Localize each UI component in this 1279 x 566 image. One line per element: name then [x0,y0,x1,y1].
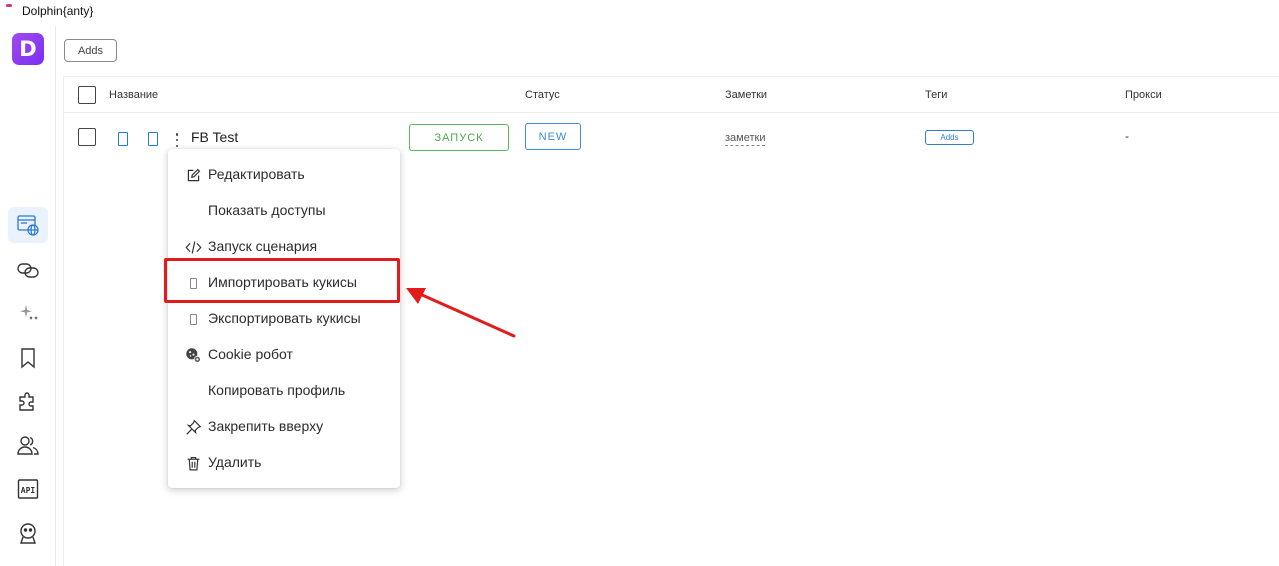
column-name[interactable]: Название [109,89,158,101]
platform-icon[interactable] [148,132,158,146]
status-badge[interactable]: NEW [525,123,581,150]
menu-item-label: Закрепить вверху [208,418,324,434]
table-header: Название Статус Заметки Теги Прокси [64,76,1279,113]
adds-button[interactable]: Adds [64,39,117,62]
sidebar-item-automation[interactable] [8,296,48,332]
tag-badge[interactable]: Adds [925,130,974,145]
menu-item-edit[interactable]: Редактировать [168,157,400,193]
sidebar-item-api[interactable]: API [8,471,48,507]
api-icon: API [17,479,39,499]
sidebar: D API [0,26,56,566]
svg-text:API: API [21,486,36,495]
menu-item-pin-top[interactable]: Закрепить вверху [168,409,400,445]
notes-field[interactable]: заметки [725,132,766,146]
export-cookies-icon [184,310,202,328]
column-status[interactable]: Статус [525,89,560,101]
menu-item-cookie-robot[interactable]: Cookie робот [168,337,400,373]
column-notes[interactable]: Заметки [725,89,767,101]
menu-item-copy-profile[interactable]: Копировать профиль [168,373,400,409]
proxy-value: - [1125,129,1129,143]
menu-item-label: Копировать профиль [208,382,346,398]
menu-item-label: Удалить [208,454,262,470]
menu-item-label: Редактировать [208,166,305,182]
favorite-icon[interactable] [118,132,128,146]
sidebar-item-links[interactable] [8,252,48,288]
browser-profiles-icon [17,215,39,236]
bookmark-icon [21,348,35,369]
menu-item-label: Экспортировать кукисы [208,310,361,326]
trash-icon [184,454,202,472]
sidebar-item-browser-profiles[interactable] [8,207,48,243]
robot-icon [20,523,36,544]
menu-item-show-access[interactable]: Показать доступы [168,193,400,229]
sidebar-item-bookmarks[interactable] [8,340,48,376]
menu-item-label: Запуск сценария [208,238,318,254]
sidebar-item-users[interactable] [8,427,48,463]
menu-item-export-cookies[interactable]: Экспортировать кукисы [168,301,400,337]
code-icon [184,238,202,256]
menu-item-label: Импортировать кукисы [208,274,357,290]
sparkles-icon [20,305,38,320]
window-title: Dolphin{anty} [22,4,94,18]
import-cookies-icon [184,274,202,292]
menu-item-label: Cookie робот [208,346,293,362]
profile-context-menu: Редактировать Показать доступы Запуск сц… [168,149,400,488]
profile-name[interactable]: FB Test [191,129,238,145]
app-icon [6,4,12,7]
edit-icon [184,166,202,184]
puzzle-icon [19,392,34,411]
title-bar: Dolphin{anty} [0,0,1279,26]
row-menu-icon[interactable] [174,133,180,147]
menu-item-import-cookies[interactable]: Импортировать кукисы [168,265,400,301]
menu-item-delete[interactable]: Удалить [168,445,400,481]
menu-item-run-script[interactable]: Запуск сценария [168,229,400,265]
pin-icon [184,418,202,436]
start-button[interactable]: ЗАПУСК [409,124,509,151]
logo-letter: D [19,37,37,61]
cookie-robot-icon [184,346,202,364]
users-icon [17,436,39,455]
link-icon [17,263,39,278]
sidebar-item-robot[interactable] [8,515,48,551]
menu-item-label: Показать доступы [208,202,326,218]
column-tags[interactable]: Теги [925,89,947,101]
dolphin-logo[interactable]: D [12,33,44,65]
row-checkbox[interactable] [78,128,96,146]
sidebar-item-extensions[interactable] [8,383,48,419]
select-all-checkbox[interactable] [78,86,96,104]
column-proxy[interactable]: Прокси [1125,89,1162,101]
